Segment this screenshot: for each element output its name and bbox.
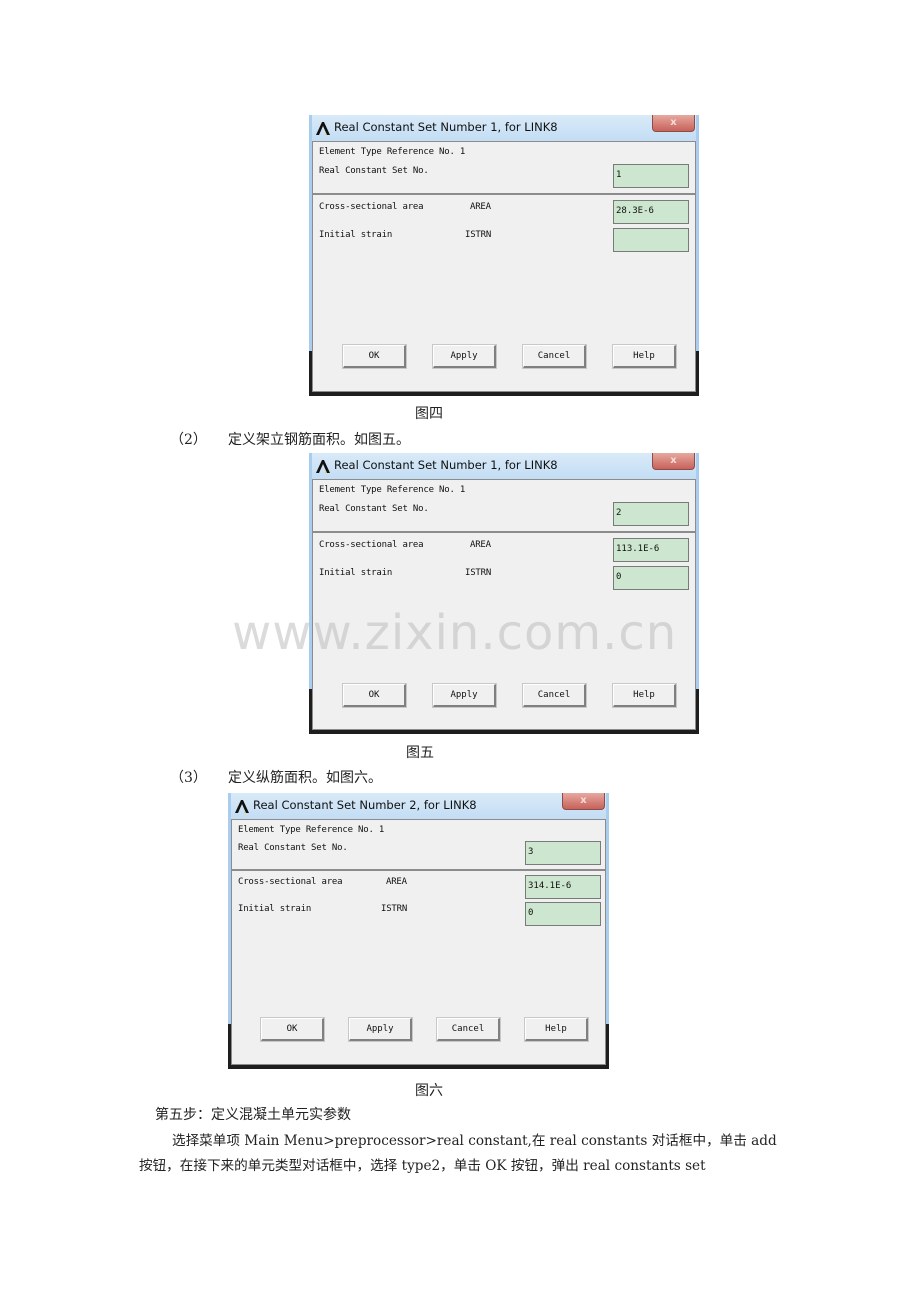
area-code: AREA xyxy=(386,877,407,887)
step-3-text: 定义纵筋面积。如图六。 xyxy=(228,770,382,786)
dialog-title: Real Constant Set Number 1, for LINK8 xyxy=(334,458,558,472)
area-input[interactable]: 113.1E-6 xyxy=(613,538,689,562)
figure-caption-5: 图五 xyxy=(406,745,434,761)
element-type-reference: Element Type Reference No. 1 xyxy=(319,485,466,495)
ok-button[interactable]: OK xyxy=(260,1017,325,1042)
help-button[interactable]: Help xyxy=(612,683,677,708)
area-label: Cross-sectional area xyxy=(238,877,343,887)
constants-panel: Cross-sectional area AREA 314.1E-6 Initi… xyxy=(231,870,606,1065)
constants-panel: Cross-sectional area AREA 28.3E-6 Initia… xyxy=(312,194,696,392)
strain-label: Initial strain xyxy=(319,230,393,240)
close-button[interactable]: x xyxy=(652,453,695,470)
real-constant-set-input[interactable]: 1 xyxy=(613,164,689,188)
cancel-button[interactable]: Cancel xyxy=(436,1017,501,1042)
close-button[interactable]: x xyxy=(562,793,605,810)
element-type-reference: Element Type Reference No. 1 xyxy=(319,147,466,157)
ansys-logo-icon xyxy=(235,800,249,813)
cancel-button[interactable]: Cancel xyxy=(522,344,587,369)
real-constant-dialog-1: Real Constant Set Number 1, for LINK8 x … xyxy=(309,115,699,396)
dialog-titlebar[interactable]: Real Constant Set Number 1, for LINK8 x xyxy=(309,453,699,479)
strain-input[interactable]: 0 xyxy=(525,902,601,926)
area-code: AREA xyxy=(470,540,491,550)
real-constant-dialog-3: Real Constant Set Number 2, for LINK8 x … xyxy=(228,793,609,1069)
dialog-title: Real Constant Set Number 1, for LINK8 xyxy=(334,120,558,134)
figure-caption-6: 图六 xyxy=(415,1083,443,1099)
ok-button[interactable]: OK xyxy=(342,344,407,369)
area-label: Cross-sectional area xyxy=(319,202,424,212)
real-constant-dialog-2: Real Constant Set Number 1, for LINK8 x … xyxy=(309,453,699,734)
apply-button[interactable]: Apply xyxy=(432,683,497,708)
help-button[interactable]: Help xyxy=(612,344,677,369)
section-heading: 第五步：定义混凝土单元实参数 xyxy=(155,1107,351,1123)
figure-caption-4: 图四 xyxy=(415,406,443,422)
dialog-titlebar[interactable]: Real Constant Set Number 2, for LINK8 x xyxy=(228,793,609,819)
element-type-reference: Element Type Reference No. 1 xyxy=(238,825,385,835)
real-constant-set-input[interactable]: 3 xyxy=(525,841,601,865)
apply-button[interactable]: Apply xyxy=(432,344,497,369)
close-button[interactable]: x xyxy=(652,115,695,132)
ansys-logo-icon xyxy=(316,460,330,473)
strain-code: ISTRN xyxy=(381,904,408,914)
help-button[interactable]: Help xyxy=(524,1017,589,1042)
ansys-logo-icon xyxy=(316,122,330,135)
step-3-number: （3） xyxy=(170,770,207,786)
strain-code: ISTRN xyxy=(465,230,492,240)
section-line-1: 选择菜单项 Main Menu>preprocessor>real consta… xyxy=(172,1133,777,1149)
area-code: AREA xyxy=(470,202,491,212)
strain-label: Initial strain xyxy=(319,568,393,578)
dialog-titlebar[interactable]: Real Constant Set Number 1, for LINK8 x xyxy=(309,115,699,141)
strain-input[interactable] xyxy=(613,228,689,252)
real-constant-set-label: Real Constant Set No. xyxy=(238,843,348,853)
real-constant-set-label: Real Constant Set No. xyxy=(319,166,429,176)
real-constant-set-label: Real Constant Set No. xyxy=(319,504,429,514)
strain-input[interactable]: 0 xyxy=(613,566,689,590)
header-panel: Element Type Reference No. 1 Real Consta… xyxy=(231,819,606,870)
header-panel: Element Type Reference No. 1 Real Consta… xyxy=(312,141,696,194)
header-panel: Element Type Reference No. 1 Real Consta… xyxy=(312,479,696,532)
strain-code: ISTRN xyxy=(465,568,492,578)
area-input[interactable]: 314.1E-6 xyxy=(525,875,601,899)
area-label: Cross-sectional area xyxy=(319,540,424,550)
apply-button[interactable]: Apply xyxy=(348,1017,413,1042)
dialog-title: Real Constant Set Number 2, for LINK8 xyxy=(253,798,477,812)
strain-label: Initial strain xyxy=(238,904,312,914)
constants-panel: Cross-sectional area AREA 113.1E-6 Initi… xyxy=(312,532,696,730)
cancel-button[interactable]: Cancel xyxy=(522,683,587,708)
area-input[interactable]: 28.3E-6 xyxy=(613,200,689,224)
step-2-text: 定义架立钢筋面积。如图五。 xyxy=(228,432,410,448)
section-line-2: 按钮，在接下来的单元类型对话框中，选择 type2，单击 OK 按钮，弹出 re… xyxy=(139,1158,706,1174)
real-constant-set-input[interactable]: 2 xyxy=(613,502,689,526)
ok-button[interactable]: OK xyxy=(342,683,407,708)
step-2-number: （2） xyxy=(170,432,207,448)
